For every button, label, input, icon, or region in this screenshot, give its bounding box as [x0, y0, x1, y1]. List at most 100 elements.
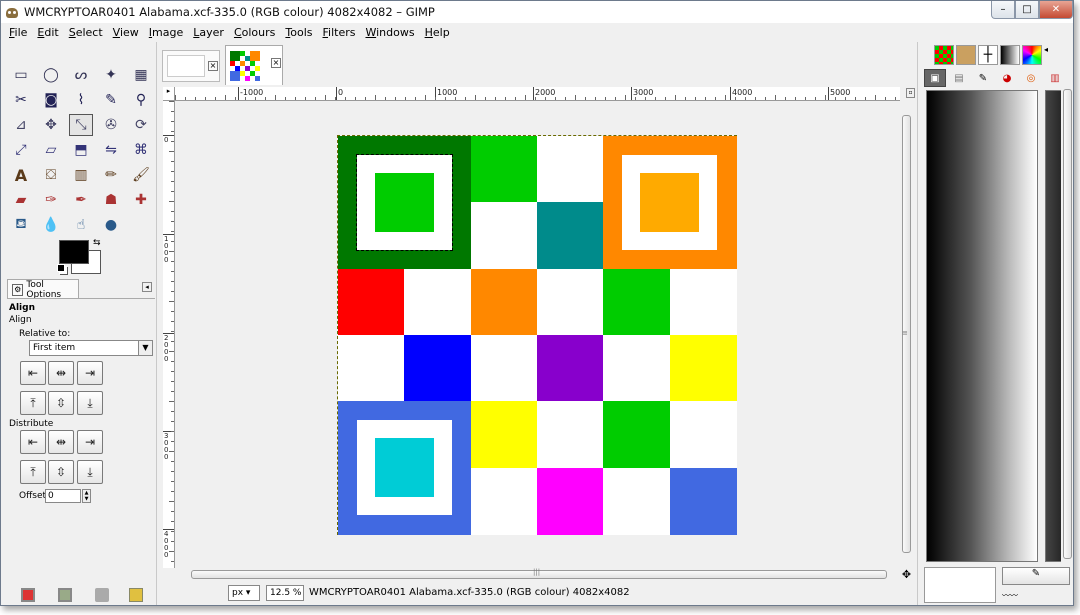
- align-vertical-center-button[interactable]: ⇳: [48, 391, 74, 415]
- ink-tool-icon[interactable]: ✒: [69, 189, 93, 211]
- horizontal-scrollbar[interactable]: |||: [175, 568, 900, 581]
- ellipse-select-tool-icon[interactable]: ◯: [39, 64, 63, 86]
- menu-item[interactable]: Colours: [234, 26, 275, 39]
- menu-item[interactable]: File: [9, 26, 27, 39]
- distribute-horizontal-centers-button[interactable]: ⇹: [48, 430, 74, 454]
- color-select-tool-icon[interactable]: ▦: [129, 64, 153, 86]
- align-left-edge-button[interactable]: ⇤: [20, 361, 46, 385]
- zoom-image-when-window-resized-button[interactable]: ▫: [906, 88, 915, 98]
- foreground-color-swatch[interactable]: [59, 240, 89, 264]
- tab-patterns-icon[interactable]: [934, 45, 954, 65]
- bucket-fill-tool-icon[interactable]: ⛋: [39, 164, 63, 186]
- reset-colors-icon[interactable]: [57, 264, 65, 272]
- tab-gradients-icon[interactable]: [1000, 45, 1020, 65]
- fuzzy-select-tool-icon[interactable]: ✦: [99, 64, 123, 86]
- fg-bg-color-selector[interactable]: ⇆: [57, 238, 105, 276]
- offset-input[interactable]: 0: [45, 489, 81, 503]
- color-picker-tool-icon[interactable]: ✎: [99, 89, 123, 111]
- distribute-bottom-edges-button[interactable]: ⤓: [77, 460, 103, 484]
- distribute-right-edges-button[interactable]: ⇥: [77, 430, 103, 454]
- distribute-vertical-centers-button[interactable]: ⇳: [48, 460, 74, 484]
- image-tab-blank[interactable]: ×: [162, 50, 220, 82]
- image-tab-alabama[interactable]: ×: [225, 45, 283, 85]
- zoom-select[interactable]: 12.5 %: [266, 585, 304, 601]
- relative-to-select[interactable]: First item ▼: [29, 340, 153, 356]
- distribute-left-edges-button[interactable]: ⇤: [20, 430, 46, 454]
- clone-tool-icon[interactable]: ☗: [99, 189, 123, 211]
- align-bottom-edge-button[interactable]: ⤓: [77, 391, 103, 415]
- heal-tool-icon[interactable]: ✚: [129, 189, 153, 211]
- vertical-scrollbar[interactable]: ≡: [900, 101, 913, 568]
- scale-tool-icon[interactable]: ⤢: [9, 139, 33, 161]
- menu-item[interactable]: View: [113, 26, 139, 39]
- maximize-button[interactable]: □: [1015, 1, 1039, 19]
- menu-item[interactable]: Filters: [323, 26, 356, 39]
- tab-channels-icon[interactable]: ▤: [948, 69, 970, 87]
- tab-tool-options[interactable]: ⚙ Tool Options: [7, 279, 79, 300]
- align-horizontal-center-button[interactable]: ⇹: [48, 361, 74, 385]
- dodge-burn-tool-icon[interactable]: ●: [99, 214, 123, 236]
- blur-tool-icon[interactable]: 💧: [39, 214, 63, 236]
- blend-tool-icon[interactable]: ▥: [69, 164, 93, 186]
- align-tool-icon[interactable]: ⤡: [69, 114, 93, 136]
- foreground-select-tool-icon[interactable]: ◙: [39, 89, 63, 111]
- gradient-preview[interactable]: [926, 90, 1038, 562]
- airbrush-tool-icon[interactable]: ✑: [39, 189, 63, 211]
- tab-paint-dynamics-icon[interactable]: ┼: [978, 45, 998, 65]
- navigate-icon[interactable]: ✥: [900, 568, 913, 581]
- flip-tool-icon[interactable]: ⇋: [99, 139, 123, 161]
- perspective-tool-icon[interactable]: ⬒: [69, 139, 93, 161]
- image-canvas-viewport[interactable]: [176, 102, 899, 568]
- minimize-button[interactable]: –: [991, 1, 1015, 19]
- horizontal-ruler[interactable]: -1000 0 1000 2000 3000 4000 5000: [175, 87, 900, 101]
- menu-item[interactable]: Tools: [285, 26, 312, 39]
- tab-undo-history-icon[interactable]: ▥: [1044, 69, 1066, 87]
- rect-select-tool-icon[interactable]: ▭: [9, 64, 33, 86]
- menu-item[interactable]: Select: [69, 26, 103, 39]
- reset-options-icon[interactable]: [129, 588, 143, 602]
- tab-histogram-icon[interactable]: ◎: [1020, 69, 1042, 87]
- text-tool-icon[interactable]: A: [9, 164, 33, 186]
- pencil-tool-icon[interactable]: ✏: [99, 164, 123, 186]
- eraser-tool-icon[interactable]: ▰: [9, 189, 33, 211]
- offset-spinner[interactable]: ▲ ▼: [82, 489, 91, 503]
- dock-menu-icon[interactable]: ◂: [1044, 45, 1054, 65]
- scrollbar-thumb[interactable]: [1063, 89, 1072, 559]
- zoom-tool-icon[interactable]: ⚲: [129, 89, 153, 111]
- paths-tool-icon[interactable]: ⌇: [69, 89, 93, 111]
- tab-colormap-icon[interactable]: ◕: [996, 69, 1018, 87]
- align-top-edge-button[interactable]: ⤒: [20, 391, 46, 415]
- tab-menu-icon[interactable]: ◂: [142, 282, 152, 292]
- menu-item[interactable]: Windows: [365, 26, 414, 39]
- close-button[interactable]: ✕: [1039, 1, 1073, 19]
- menu-item[interactable]: Layer: [193, 26, 224, 39]
- unit-select[interactable]: px ▾: [228, 585, 260, 601]
- dock-vertical-scrollbar[interactable]: [1061, 87, 1073, 567]
- quick-mask-toggle[interactable]: ▸: [163, 87, 175, 101]
- paintbrush-tool-icon[interactable]: 🖌: [129, 164, 153, 186]
- align-right-edge-button[interactable]: ⇥: [77, 361, 103, 385]
- rotate-tool-icon[interactable]: ⟳: [129, 114, 153, 136]
- image-canvas[interactable]: [337, 135, 737, 535]
- close-icon[interactable]: ×: [208, 61, 218, 71]
- close-icon[interactable]: ×: [271, 58, 281, 68]
- dock-edit-button[interactable]: ✎: [1002, 567, 1070, 585]
- restore-options-icon[interactable]: [58, 588, 72, 602]
- distribute-top-edges-button[interactable]: ⤒: [20, 460, 46, 484]
- shear-tool-icon[interactable]: ▱: [39, 139, 63, 161]
- dock-lower-preview[interactable]: [924, 567, 996, 603]
- menu-item[interactable]: Edit: [37, 26, 58, 39]
- crop-tool-icon[interactable]: ✇: [99, 114, 123, 136]
- tab-brushes-icon[interactable]: [956, 45, 976, 65]
- menu-item[interactable]: Help: [425, 26, 450, 39]
- save-options-icon[interactable]: [21, 588, 35, 602]
- vertical-ruler[interactable]: 0 1000 2000 3000 4000: [163, 101, 175, 568]
- measure-tool-icon[interactable]: ⊿: [9, 114, 33, 136]
- cage-transform-tool-icon[interactable]: ⌘: [129, 139, 153, 161]
- scissors-select-tool-icon[interactable]: ✂: [9, 89, 33, 111]
- delete-options-icon[interactable]: [95, 588, 109, 602]
- move-tool-icon[interactable]: ✥: [39, 114, 63, 136]
- free-select-tool-icon[interactable]: ᔕ: [69, 64, 93, 86]
- tab-layers-icon[interactable]: ▣: [924, 69, 946, 87]
- perspective-clone-tool-icon[interactable]: ⛾: [9, 214, 33, 236]
